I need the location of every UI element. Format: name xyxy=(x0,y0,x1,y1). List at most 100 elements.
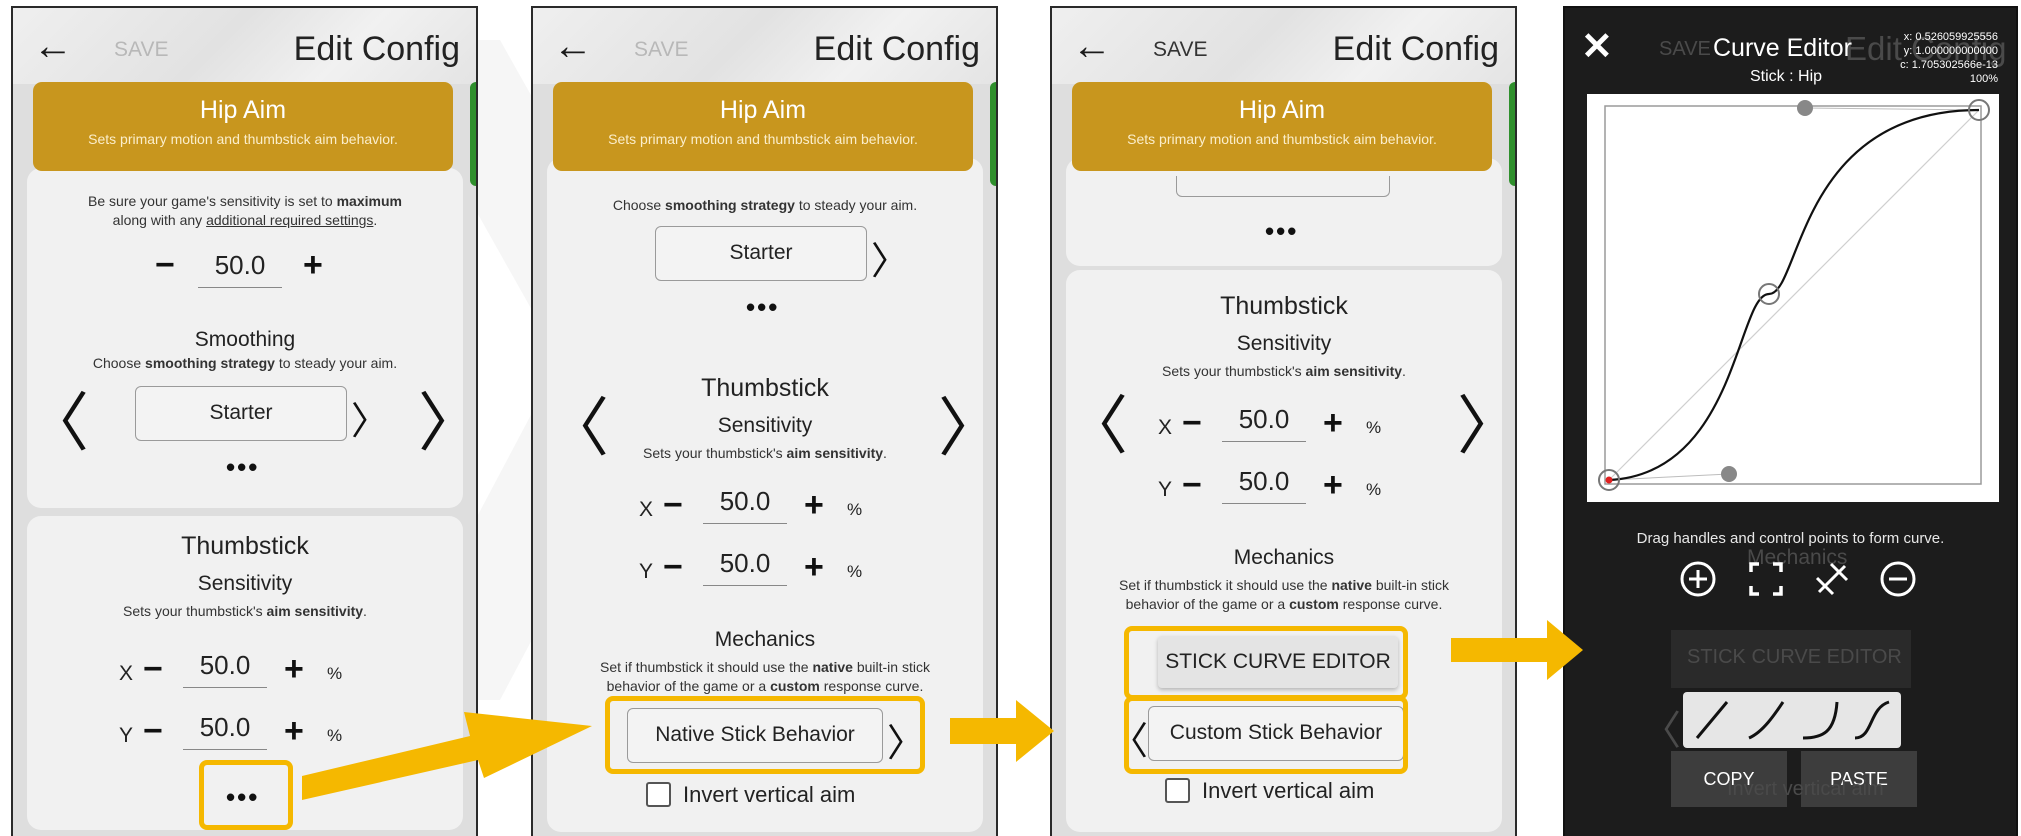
previous-section-chevron-icon[interactable]: 〈 xyxy=(1064,394,1128,458)
smoothing-select[interactable]: Starter xyxy=(135,386,347,441)
highlight-more-button xyxy=(199,760,293,830)
thumbstick-sensitivity-description: Sets your thumbstick's aim sensitivity. xyxy=(123,603,367,619)
fit-frame-icon[interactable] xyxy=(1747,560,1785,598)
x-increase-button[interactable]: + xyxy=(284,650,304,689)
save-button[interactable]: SAVE xyxy=(1153,38,1207,62)
ease-preset-icon[interactable] xyxy=(1802,701,1839,740)
x-increase-button[interactable]: + xyxy=(1323,404,1343,443)
previous-section-chevron-icon[interactable]: 〈 xyxy=(25,391,89,455)
invert-vertical-checkbox[interactable] xyxy=(646,782,671,807)
more-options-button[interactable]: ••• xyxy=(1265,216,1298,247)
increase-sensitivity-button[interactable]: + xyxy=(303,246,323,285)
x-decrease-button[interactable]: − xyxy=(663,486,683,525)
next-section-chevron-icon[interactable]: 〉 xyxy=(938,396,996,460)
banner-title: Hip Aim xyxy=(199,96,287,124)
invert-vertical-checkbox[interactable] xyxy=(1165,778,1190,803)
smoothing-next-chevron-icon[interactable]: 〉 xyxy=(351,390,389,445)
x-sensitivity-value[interactable]: 50.0 xyxy=(1222,404,1306,442)
title-bar: ← SAVE Edit Config xyxy=(533,8,996,84)
previous-section-chevron-icon[interactable]: 〈 xyxy=(545,396,609,460)
y-axis-label: Y xyxy=(119,724,134,747)
smoothing-description: Choose smoothing strategy to steady your… xyxy=(612,197,918,213)
readout-y: y: 1.000000000000 xyxy=(1903,45,1998,57)
smoothing-card: Choose smoothing strategy to steady your… xyxy=(547,158,983,380)
smoothing-select[interactable] xyxy=(1176,176,1390,197)
next-config-tab[interactable] xyxy=(990,82,996,186)
mechanics-description: Set if thumbstick it should use the nati… xyxy=(600,659,930,694)
y-increase-button[interactable]: + xyxy=(1323,466,1343,505)
curve-editor-screen: SAVE Edit Config ✕ Curve Editor Stick : … xyxy=(1563,6,2018,836)
save-button[interactable]: SAVE xyxy=(634,38,688,62)
x-axis-label: X xyxy=(639,498,654,521)
x-unit-label: % xyxy=(847,500,863,519)
y-increase-button[interactable]: + xyxy=(804,548,824,587)
mechanics-description: Set if thumbstick it should use the nati… xyxy=(1119,577,1449,612)
more-options-button[interactable]: ••• xyxy=(746,292,779,323)
back-arrow-icon[interactable]: ← xyxy=(33,26,73,66)
ghost-invert-label: Invert vertical aim xyxy=(1727,778,1884,800)
steep-preset-icon[interactable] xyxy=(1748,701,1785,740)
sensitivity-value[interactable]: 50.0 xyxy=(198,250,282,288)
highlight-curve-editor-button xyxy=(1124,626,1408,700)
linear-reset-icon[interactable] xyxy=(1813,560,1851,598)
y-sensitivity-value[interactable]: 50.0 xyxy=(1222,466,1306,504)
control-point-1[interactable] xyxy=(1721,466,1737,482)
x-increase-button[interactable]: + xyxy=(804,486,824,525)
phone-screen-3: ← SAVE Edit Config ••• Thumbstick Sensit… xyxy=(1050,6,1517,836)
curve-presets xyxy=(1683,692,1901,748)
y-unit-label: % xyxy=(1366,480,1382,499)
control-point-2[interactable] xyxy=(1797,100,1813,116)
more-options-button[interactable]: ••• xyxy=(226,452,259,483)
next-section-chevron-icon[interactable]: 〉 xyxy=(418,391,476,455)
curve-plot[interactable] xyxy=(1587,94,1999,502)
y-sensitivity-value[interactable]: 50.0 xyxy=(183,712,267,750)
remove-point-icon[interactable] xyxy=(1879,560,1917,598)
preset-icons xyxy=(1695,700,1890,740)
ghost-curve-editor-button: STICK CURVE EDITOR xyxy=(1671,630,1911,688)
y-decrease-button[interactable]: − xyxy=(1182,466,1202,505)
sensitivity-description: Be sure your game's sensitivity is set t… xyxy=(88,193,402,228)
thumbstick-sensitivity-description: Sets your thumbstick's aim sensitivity. xyxy=(1162,363,1406,379)
x-decrease-button[interactable]: − xyxy=(1182,404,1202,443)
back-arrow-icon[interactable]: ← xyxy=(553,26,593,66)
next-config-tab[interactable] xyxy=(1509,82,1515,186)
thumbstick-title: Thumbstick xyxy=(181,532,309,560)
page-title: Edit Config xyxy=(813,30,980,68)
highlight-mechanics-select xyxy=(605,696,925,774)
curve-hint: Drag handles and control points to form … xyxy=(1636,530,1945,547)
decrease-sensitivity-button[interactable]: − xyxy=(155,246,175,285)
x-sensitivity-value[interactable]: 50.0 xyxy=(183,650,267,688)
zoom-level: 100% xyxy=(1969,73,1998,85)
y-decrease-button[interactable]: − xyxy=(663,548,683,587)
smoothing-select[interactable]: Starter xyxy=(655,226,867,281)
x-sensitivity-value[interactable]: 50.0 xyxy=(703,486,787,524)
additional-settings-link[interactable]: additional required settings xyxy=(206,212,373,228)
y-axis-label: Y xyxy=(1158,478,1173,501)
save-button[interactable]: SAVE xyxy=(114,38,168,62)
y-sensitivity-value[interactable]: 50.0 xyxy=(703,548,787,586)
banner-subtitle: Sets primary motion and thumbstick aim b… xyxy=(88,131,398,147)
next-config-tab[interactable] xyxy=(470,82,476,186)
readout-x: x: 0.526059925556 xyxy=(1903,31,1998,43)
sensitivity-title: Sensitivity xyxy=(1236,332,1332,355)
curve-editor-subtitle: Stick : Hip xyxy=(1750,68,1823,85)
linear-preset-icon[interactable] xyxy=(1695,701,1729,739)
y-decrease-button[interactable]: − xyxy=(143,712,163,751)
x-axis-label: X xyxy=(119,662,134,685)
s-curve-preset-icon[interactable] xyxy=(1854,700,1890,740)
smoothing-next-chevron-icon[interactable]: 〉 xyxy=(871,230,909,285)
sensitivity-title: Sensitivity xyxy=(197,572,293,595)
x-decrease-button[interactable]: − xyxy=(143,650,163,689)
next-section-chevron-icon[interactable]: 〉 xyxy=(1457,394,1515,458)
hip-aim-banner: Hip Aim Sets primary motion and thumbsti… xyxy=(1072,82,1492,171)
add-point-icon[interactable] xyxy=(1679,560,1717,598)
invert-vertical-label: Invert vertical aim xyxy=(1202,778,1375,803)
highlight-mechanics-select xyxy=(1124,696,1408,774)
flow-arrow-3 xyxy=(1451,620,1583,680)
y-unit-label: % xyxy=(847,562,863,581)
title-bar: ← SAVE Edit Config xyxy=(1052,8,1515,84)
back-arrow-icon[interactable]: ← xyxy=(1072,26,1112,66)
thumbstick-title: Thumbstick xyxy=(1220,292,1348,320)
sensitivity-title: Sensitivity xyxy=(717,414,813,437)
close-icon[interactable]: ✕ xyxy=(1581,24,1613,69)
